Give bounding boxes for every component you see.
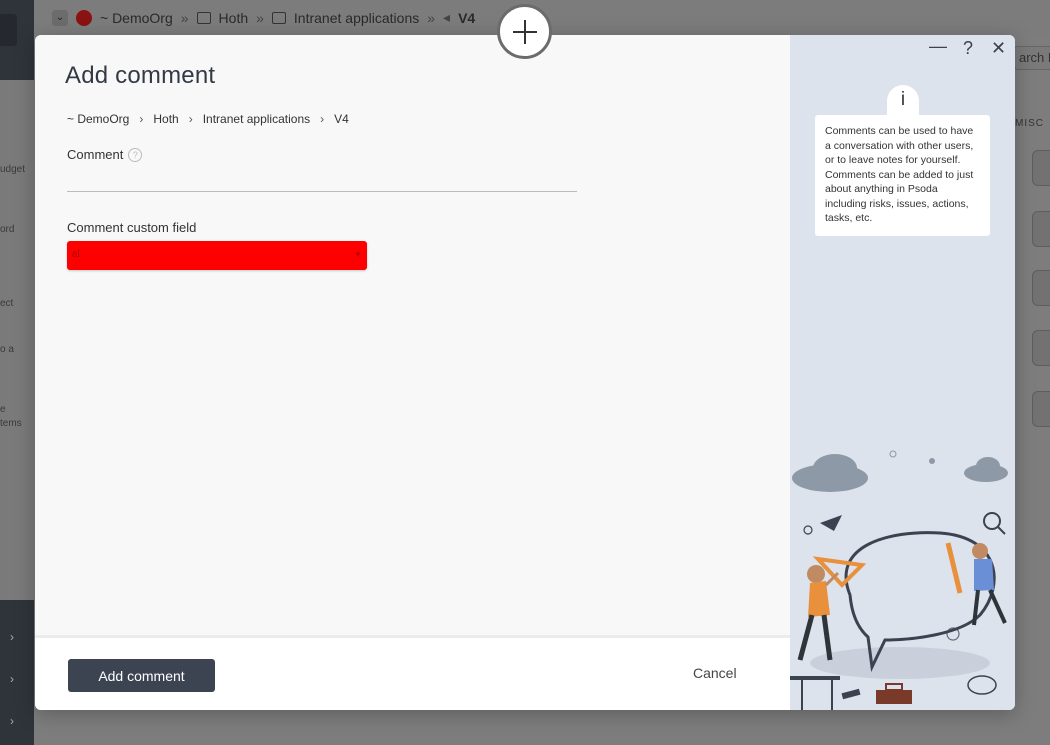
breadcrumb-item[interactable]: Hoth [153,112,178,126]
background-sidebar: › › › [0,0,34,745]
comment-illustration [790,450,1008,710]
bg-crumb[interactable]: Intranet applications [294,10,419,26]
program-icon [196,11,211,24]
sidebar-fragment: ord [0,224,15,235]
chevron-right-icon: › [10,672,14,686]
sidebar-bottom-dark: › › › [0,600,34,745]
background-search: arch P [1014,46,1050,70]
close-icon[interactable]: ✕ [991,39,1006,57]
sidebar-fragment: ect [0,298,14,309]
chevron-right-icon: › [10,630,14,644]
background-tool-button [1032,211,1050,247]
dialog-breadcrumb: ~ DemoOrg › Hoth › Intranet applications… [67,112,349,126]
sidebar-fragment: o a [0,344,14,355]
custom-field-value: al [72,249,80,260]
add-comment-dialog: Add comment ~ DemoOrg › Hoth › Intranet … [35,35,1015,710]
org-avatar-icon [76,9,92,26]
plus-icon [512,19,537,44]
help-icon[interactable]: ? [128,148,143,162]
comment-label: Comment? [67,147,143,162]
breadcrumb-item[interactable]: Intranet applications [203,112,310,126]
add-comment-button[interactable]: Add comment [68,659,215,692]
chevron-right-icon: › [139,112,144,126]
sidebar-fragment: e [0,404,6,415]
dialog-title: Add comment [65,62,216,89]
info-card-text: Comments can be used to have a conversat… [815,115,990,236]
breadcrumb-item[interactable]: ~ DemoOrg [67,112,129,126]
cancel-button[interactable]: Cancel [693,665,737,681]
comment-input[interactable] [67,168,577,192]
background-misc-label: MISC [1015,118,1044,129]
sidebar-fragment: tems [0,418,22,429]
chevron-right-icon: › [320,112,325,126]
help-icon[interactable]: ? [963,39,973,57]
comment-custom-field-select[interactable]: al ▼ [67,241,367,270]
app-logo [0,14,17,46]
background-tool-button [1032,150,1050,186]
bg-crumb[interactable]: Hoth [219,10,249,26]
comment-label-text: Comment [67,147,124,162]
breadcrumb-item[interactable]: V4 [334,112,349,126]
bg-crumb-current: V4 [458,9,476,26]
dialog-info-panel: — ? ✕ i Comments can be used to have a c… [790,35,1015,710]
dialog-footer: Add comment Cancel [35,635,790,710]
info-icon: i [887,85,919,115]
custom-field-label: Comment custom field [67,220,197,235]
minimize-icon[interactable]: — [929,37,947,55]
program-icon [271,11,286,24]
chevron-right-icon: › [188,112,193,126]
caret-left-icon: ◂ [443,9,451,25]
bg-crumb[interactable]: ~ DemoOrg [100,10,173,26]
background-tool-button [1032,391,1050,427]
background-tool-button [1032,270,1050,306]
double-chevron-icon: » [256,9,264,26]
chevron-right-icon: › [10,714,14,728]
add-button[interactable] [497,4,552,59]
chevron-down-icon: ▼ [354,250,362,259]
double-chevron-icon: » [180,9,189,26]
double-chevron-icon: » [427,9,436,26]
background-tool-button [1032,330,1050,366]
background-breadcrumb: ⌄ ~ DemoOrg » Hoth » Intranet applicatio… [52,9,475,26]
chevron-down-icon[interactable]: ⌄ [52,9,68,26]
sidebar-fragment: udget [0,164,26,175]
dialog-form-area: Add comment ~ DemoOrg › Hoth › Intranet … [35,35,790,635]
